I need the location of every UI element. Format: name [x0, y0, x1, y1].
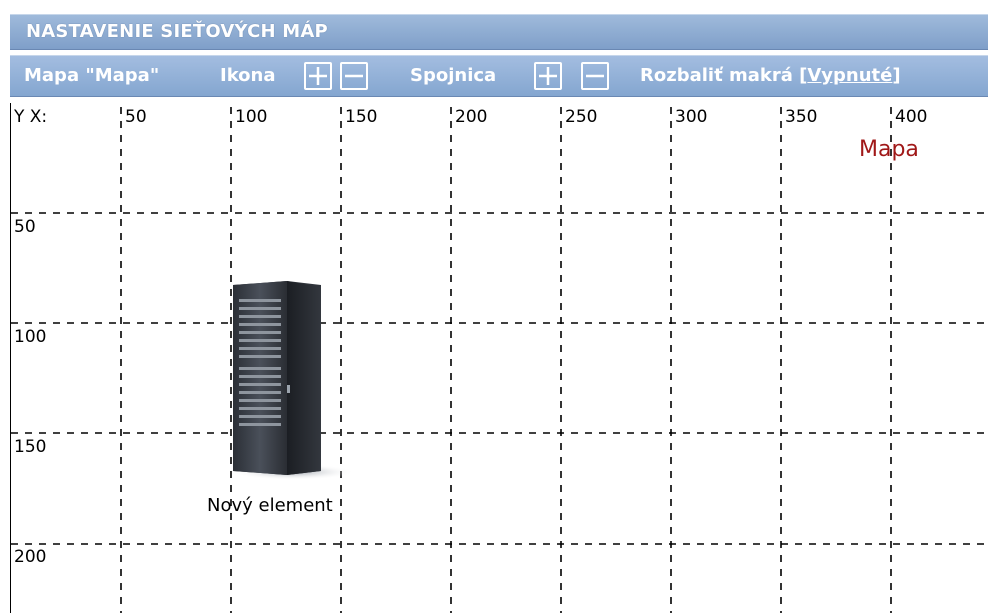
- y-tick-label: 100: [14, 327, 47, 347]
- map-canvas[interactable]: Y X: 50 100 150 200 250 300 350 400 50 1…: [10, 103, 988, 613]
- macro-bracket-close: ]: [892, 65, 901, 86]
- map-title-label: Mapa: [859, 137, 919, 162]
- element-label: Nový element: [207, 495, 333, 516]
- add-link-button[interactable]: [534, 62, 562, 90]
- icon-label: Ikona: [220, 65, 276, 86]
- plus-icon: [309, 67, 327, 85]
- x-tick-label: 200: [455, 107, 488, 127]
- x-tick-label: 150: [345, 107, 378, 127]
- add-icon-button[interactable]: [304, 62, 332, 90]
- x-tick-label: 250: [565, 107, 598, 127]
- minus-icon: [345, 74, 363, 78]
- x-tick-label: 100: [235, 107, 268, 127]
- macro-label: Rozbaliť makrá: [640, 65, 793, 86]
- minus-icon: [586, 74, 604, 78]
- title-bar: NASTAVENIE SIEŤOVÝCH MÁP: [10, 14, 988, 50]
- server-icon: [231, 281, 355, 480]
- plus-icon: [539, 67, 557, 85]
- map-toolbar: Mapa "Mapa" Ikona Spojnica Rozbaliť makr…: [10, 55, 988, 97]
- remove-link-button[interactable]: [581, 62, 609, 90]
- x-tick-label: 300: [675, 107, 708, 127]
- y-tick-label: 150: [14, 437, 47, 457]
- y-tick-label: 200: [14, 547, 47, 567]
- map-name-label: Mapa "Mapa": [24, 65, 160, 86]
- link-label: Spojnica: [410, 65, 497, 86]
- macro-expand-control: Rozbaliť makrá [Vypnuté]: [640, 65, 901, 86]
- y-tick-label: 50: [14, 217, 36, 237]
- remove-icon-button[interactable]: [340, 62, 368, 90]
- x-tick-label: 50: [125, 107, 147, 127]
- axis-corner-label: Y X:: [14, 107, 48, 127]
- macro-toggle-link[interactable]: Vypnuté: [807, 65, 892, 86]
- map-element[interactable]: [223, 275, 363, 484]
- x-tick-label: 350: [785, 107, 818, 127]
- map-grid: [11, 107, 988, 613]
- x-tick-label: 400: [895, 107, 928, 127]
- page-title: NASTAVENIE SIEŤOVÝCH MÁP: [26, 21, 328, 42]
